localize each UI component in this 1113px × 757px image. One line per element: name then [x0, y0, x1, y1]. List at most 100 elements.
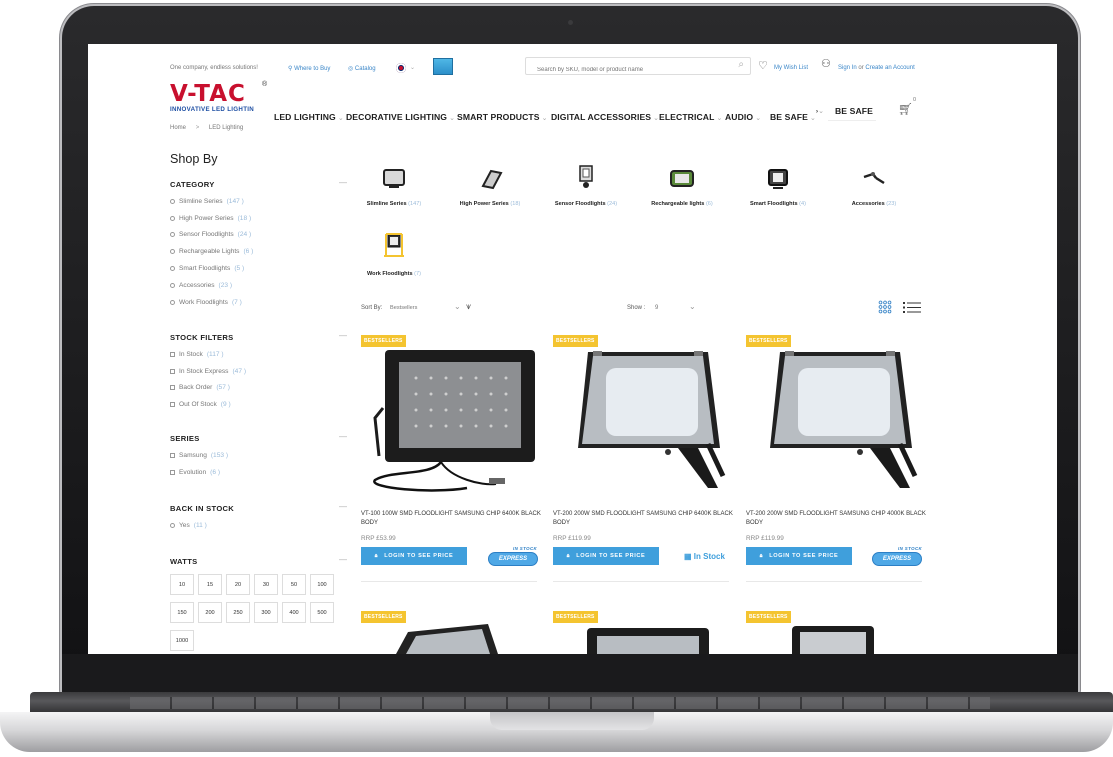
nav-decorative-lighting[interactable]: DECORATIVE LIGHTING ⌄ — [346, 112, 455, 122]
category-tile-accessories[interactable]: Accessories (23) — [822, 168, 926, 207]
watt-option[interactable]: 200 — [198, 602, 222, 623]
divider — [553, 581, 729, 582]
search-box[interactable]: ⌕ — [525, 57, 751, 78]
product-image[interactable] — [371, 348, 543, 496]
filter-in-stock[interactable]: In Stock (117 ) — [170, 346, 246, 363]
filter-sensor-floodlights[interactable]: Sensor Floodlights (24 ) — [170, 227, 253, 244]
category-tile-high-power[interactable]: High Power Series (18) — [438, 168, 542, 207]
login-to-see-price-button[interactable]: 🔒︎ LOGIN TO SEE PRICE — [746, 547, 852, 565]
login-to-see-price-button[interactable]: 🔒︎ LOGIN TO SEE PRICE — [361, 547, 467, 565]
product-name[interactable]: VT-100 100W SMD FLOODLIGHT SAMSUNG CHIP … — [361, 510, 551, 527]
chevron-down-icon[interactable]: ⌄ — [410, 64, 415, 71]
trade-badge-icon — [433, 58, 453, 75]
product-image[interactable] — [788, 624, 878, 654]
breadcrumb: Home > LED Lighting — [170, 125, 244, 131]
watt-option[interactable]: 300 — [254, 602, 278, 623]
filter-evolution[interactable]: Evolution (6 ) — [170, 464, 228, 481]
watt-option[interactable]: 500 — [310, 602, 334, 623]
trackpad-notch — [490, 712, 654, 730]
nav-overflow-arrow[interactable]: ›⌄ — [816, 107, 824, 115]
express-top-label: IN STOCK — [513, 546, 538, 551]
filter-slimline-series[interactable]: Slimline Series (147 ) — [170, 193, 253, 210]
collapse-icon[interactable]: — — [339, 432, 347, 441]
login-to-see-price-button[interactable]: 🔒︎ LOGIN TO SEE PRICE — [553, 547, 659, 565]
breadcrumb-home[interactable]: Home — [170, 125, 186, 131]
slimline-floodlight-icon — [383, 169, 405, 188]
nav-be-safe-dropdown[interactable]: BE SAFE — [828, 99, 876, 121]
watt-option[interactable]: 150 — [170, 602, 194, 623]
sign-in-link[interactable]: Sign In — [838, 65, 857, 71]
filter-work-floodlights[interactable]: Work Floodlights (7 ) — [170, 294, 253, 311]
filter-samsung[interactable]: Samsung (153 ) — [170, 447, 228, 464]
cart-count: 0 — [913, 97, 917, 103]
divider — [746, 581, 922, 582]
laptop-frame: One company, endless solutions! ⚲ Where … — [0, 0, 1113, 757]
filter-back-order[interactable]: Back Order (57 ) — [170, 380, 246, 397]
where-to-buy-link[interactable]: ⚲ Where to Buy — [288, 65, 330, 72]
catalog-link[interactable]: ◎ Catalog — [348, 65, 376, 72]
filter-high-power-series[interactable]: High Power Series (18 ) — [170, 210, 253, 227]
watt-option[interactable]: 15 — [198, 574, 222, 595]
sort-select[interactable]: Bestsellers — [390, 305, 417, 311]
cart-icon[interactable]: 🛒︎ — [898, 102, 913, 116]
filter-smart-floodlights[interactable]: Smart Floodlights (5 ) — [170, 260, 253, 277]
watt-option[interactable]: 20 — [226, 574, 250, 595]
filter-back-in-stock-yes[interactable]: Yes (11 ) — [170, 517, 207, 534]
show-per-page: Show : 9 — [627, 305, 659, 311]
watt-option[interactable]: 50 — [282, 574, 306, 595]
chevron-down-icon[interactable]: ⌄ — [454, 302, 461, 311]
watt-option[interactable]: 30 — [254, 574, 278, 595]
search-input[interactable] — [537, 62, 727, 78]
filter-accessories[interactable]: Accessories (23 ) — [170, 277, 253, 294]
nav-be-safe[interactable]: BE SAFE ⌄ — [770, 112, 816, 122]
product-image[interactable] — [388, 624, 498, 654]
bestseller-badge: BESTSELLERS — [361, 335, 406, 347]
lock-icon: 🔒︎ — [566, 552, 571, 559]
product-image[interactable] — [583, 626, 713, 654]
nav-smart-products[interactable]: SMART PRODUCTS ⌄ — [457, 112, 548, 122]
create-account-link[interactable]: Create an Account — [865, 65, 914, 71]
list-view-icon[interactable] — [903, 301, 921, 314]
heart-icon[interactable]: ♡ — [758, 59, 768, 72]
logo[interactable]: V-TAC INNOVATIVE LED LIGHTIN ® — [170, 81, 267, 113]
category-tile-sensor[interactable]: Sensor Floodlights (24) — [534, 164, 638, 207]
sensor-floodlight-icon — [579, 165, 593, 188]
watt-option[interactable]: 250 — [226, 602, 250, 623]
category-tile-work[interactable]: Work Floodlights (7) — [342, 232, 446, 277]
nav-led-lighting[interactable]: LED LIGHTING ⌄ — [274, 112, 344, 122]
nav-electrical[interactable]: ELECTRICAL ⌄ — [659, 112, 722, 122]
category-tile-slimline[interactable]: Slimline Series (147) — [342, 168, 446, 207]
collapse-icon[interactable]: — — [339, 555, 347, 564]
search-icon[interactable]: ⌕ — [738, 59, 744, 70]
collapse-icon[interactable]: — — [339, 502, 347, 511]
filter-in-stock-express[interactable]: In Stock Express (47 ) — [170, 363, 246, 380]
filter-out-of-stock[interactable]: Out Of Stock (9 ) — [170, 396, 246, 413]
user-icon[interactable]: ⚇ — [821, 57, 831, 70]
high-power-floodlight-icon — [481, 169, 503, 190]
watt-option[interactable]: 10 — [170, 574, 194, 595]
show-select[interactable]: 9 — [655, 305, 658, 311]
product-name[interactable]: VT-200 200W SMD FLOODLIGHT SAMSUNG CHIP … — [746, 510, 936, 527]
stock-filter-list: In Stock (117 ) In Stock Express (47 ) Bac… — [170, 346, 246, 413]
nav-audio[interactable]: AUDIO ⌄ — [725, 112, 761, 122]
logo-wordmark: V-TAC — [170, 81, 246, 107]
chevron-down-icon[interactable]: ⌄ — [689, 302, 696, 311]
sort-direction-icon[interactable]: ⩛ — [466, 301, 471, 312]
watt-option[interactable]: 100 — [310, 574, 334, 595]
product-image[interactable] — [558, 348, 730, 498]
filter-rechargeable-lights[interactable]: Rechargeable Lights (6 ) — [170, 243, 253, 260]
collapse-icon[interactable]: — — [339, 331, 347, 340]
grid-view-icon[interactable] — [878, 300, 892, 314]
watt-option[interactable]: 400 — [282, 602, 306, 623]
logo-tagline: INNOVATIVE LED LIGHTIN — [170, 106, 255, 113]
category-tile-rechargeable[interactable]: Rechargeable lights (6) — [630, 168, 734, 207]
product-name[interactable]: VT-200 200W SMD FLOODLIGHT SAMSUNG CHIP … — [553, 510, 743, 527]
registered-mark: ® — [262, 81, 268, 88]
category-tile-smart[interactable]: Smart Floodlights (4) — [726, 168, 830, 207]
watt-option[interactable]: 1000 — [170, 630, 194, 651]
wishlist-link[interactable]: My Wish List — [774, 65, 808, 71]
product-price: RRP £119.99 — [553, 535, 591, 542]
uk-flag-icon[interactable] — [396, 63, 406, 73]
nav-digital-accessories[interactable]: DIGITAL ACCESSORIES ⌄ — [551, 112, 659, 122]
product-image[interactable] — [750, 348, 922, 498]
